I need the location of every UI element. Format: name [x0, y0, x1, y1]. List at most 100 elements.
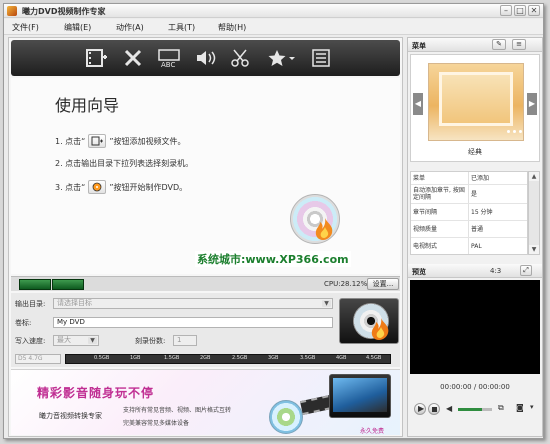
menu-panel-title: 菜单	[412, 42, 426, 50]
property-key: 菜单	[413, 175, 426, 182]
snapshot-icon[interactable]: ⧉	[498, 403, 504, 413]
disc-size-select[interactable]: D5 4.7G	[15, 354, 61, 364]
write-speed-value: 最大	[57, 336, 71, 344]
menu-template-thumbnail[interactable]	[428, 63, 528, 141]
burn-flame-icon	[371, 318, 389, 340]
add-video-icon	[86, 49, 107, 67]
close-button[interactable]: ✕	[528, 5, 540, 16]
delete-button[interactable]	[121, 47, 145, 69]
burn-button[interactable]	[339, 298, 399, 344]
side-panel: 菜单 ✎ ≡ ◀ ▶ 经典 菜单 已添加 自动添加章节, 按固定间隔 是 章节间…	[407, 37, 543, 437]
aspect-ratio-select[interactable]: 4:3	[490, 267, 501, 275]
expand-icon: ⤢	[523, 266, 529, 274]
speaker-icon: ◀	[446, 404, 453, 413]
settings-button[interactable]: 设置...	[367, 278, 399, 290]
ruler-tick: 1GB	[130, 355, 141, 361]
chevron-down-icon[interactable]: ▾	[530, 403, 534, 411]
chevron-down-icon: ▼	[88, 337, 97, 344]
ruler-tick: 2.5GB	[232, 355, 248, 361]
guide-step-2: 2. 点击输出目录下拉列表选择刻录机。	[55, 159, 194, 168]
banner-line-1: 支持所有常见音频、视频、图片格式互转	[123, 407, 232, 414]
guide-step-3: 3. 点击“ ”按钮开始制作DVD。	[55, 180, 187, 194]
chevron-down-icon: ▼	[322, 300, 331, 307]
template-name: 经典	[468, 148, 482, 156]
preview-title: 预览	[412, 268, 426, 276]
property-row[interactable]: 电视制式 PAL	[411, 238, 527, 254]
menu-template-preview: ◀ ▶ 经典	[410, 54, 540, 162]
main-panel: ABC 使用向导 1. 点击“ ”按钮添加视频文件。 2. 点击输出目录下拉列表…	[8, 37, 403, 437]
copies-label: 刻录份数:	[135, 337, 166, 345]
copies-input[interactable]: 1	[173, 335, 197, 346]
property-value: 是	[471, 191, 478, 198]
ad-banner[interactable]: 精彩影音随身玩不停 曦力音视频转换专家 支持所有常见音频、视频、图片格式互转 完…	[11, 369, 400, 435]
ruler-tick: 3.5GB	[300, 355, 316, 361]
stop-button[interactable]	[428, 403, 440, 415]
menu-list-button[interactable]: ≡	[512, 39, 526, 50]
property-row[interactable]: 菜单 已添加	[411, 172, 527, 185]
stop-icon	[432, 407, 437, 412]
audio-button[interactable]	[193, 47, 217, 69]
menu-tools[interactable]: 工具(T)	[168, 22, 195, 33]
next-template-button[interactable]: ▶	[527, 93, 537, 115]
cpu-usage: CPU:28.12%	[324, 280, 368, 288]
guide-title: 使用向导	[55, 96, 120, 115]
volume-input[interactable]: My DVD	[53, 317, 333, 328]
effect-button[interactable]	[265, 47, 299, 69]
title-bar[interactable]: 曦力DVD视频制作专家 – □ ✕	[4, 4, 543, 18]
scroll-up-icon[interactable]: ▲	[529, 172, 539, 181]
list-button[interactable]	[309, 47, 333, 69]
guide-step-1: 1. 点击“ ”按钮添加视频文件。	[55, 134, 185, 148]
ruler-tick: 2GB	[200, 355, 211, 361]
detach-preview-button[interactable]: ⤢	[520, 265, 532, 276]
camera-icon[interactable]: ◙	[516, 403, 524, 412]
maximize-button[interactable]: □	[514, 5, 526, 16]
chevron-left-icon: ◀	[414, 99, 422, 108]
preview-screen	[410, 280, 540, 374]
properties-scrollbar[interactable]: ▲ ▼	[528, 171, 540, 255]
property-row[interactable]: 章节间隔 15 分钟	[411, 204, 527, 221]
menu-help[interactable]: 帮助(H)	[218, 22, 246, 33]
subtitle-button[interactable]: ABC	[157, 47, 181, 69]
burn-mini-icon	[88, 180, 107, 194]
property-row[interactable]: 视频质量 普通	[411, 221, 527, 238]
player-controls: ▶ ◀ ⧉ ◙ ▾	[408, 401, 542, 419]
edit-icon: ✎	[496, 40, 502, 48]
output-settings: 输出目录: 请选择目标 ▼ 卷标: My DVD 写入速度: 最大 ▼ 刻录份数…	[11, 293, 400, 367]
banner-line-2: 完美兼容常见多媒体设备	[123, 420, 190, 427]
property-key: 电视制式	[413, 243, 438, 250]
delete-icon	[124, 49, 142, 67]
property-value: PAL	[471, 243, 482, 250]
step-1-prefix: 1. 点击“	[55, 136, 86, 146]
watermark-text: 系统城市:www.XP366.com	[195, 251, 351, 267]
output-dir-label: 输出目录:	[15, 300, 46, 308]
play-button[interactable]: ▶	[414, 403, 426, 415]
ruler-tick: 0.5GB	[94, 355, 110, 361]
menu-bar: 文件(F) 编辑(E) 动作(A) 工具(T) 帮助(H)	[4, 19, 543, 35]
minimize-button[interactable]: –	[500, 5, 512, 16]
disc-capacity-bar: CPU:28.12% 设置...	[11, 276, 400, 291]
volume-slider[interactable]	[458, 408, 492, 411]
menu-edit[interactable]: 编辑(E)	[64, 22, 91, 33]
output-dir-select[interactable]: 请选择目标 ▼	[53, 298, 333, 309]
preview-time: 00:00:00 / 00:00:00	[440, 383, 510, 391]
prev-template-button[interactable]: ◀	[413, 93, 423, 115]
play-icon: ▶	[418, 404, 425, 413]
edit-menu-button[interactable]: ✎	[492, 39, 506, 50]
list-icon: ≡	[516, 40, 522, 48]
add-video-button[interactable]	[85, 47, 109, 69]
audio-icon	[197, 51, 216, 65]
app-window: 曦力DVD视频制作专家 – □ ✕ 文件(F) 编辑(E) 动作(A) 工具(T…	[3, 3, 544, 439]
write-speed-select[interactable]: 最大 ▼	[53, 335, 99, 346]
volume-label: 卷标:	[15, 319, 32, 327]
edit-button[interactable]	[229, 47, 253, 69]
output-dir-placeholder: 请选择目标	[57, 299, 92, 307]
property-value: 15 分钟	[471, 209, 493, 216]
property-key: 章节间隔	[413, 209, 438, 216]
property-value: 普通	[471, 226, 484, 233]
scroll-down-icon[interactable]: ▼	[529, 245, 539, 254]
ruler-tick: 4GB	[336, 355, 347, 361]
menu-action[interactable]: 动作(A)	[116, 22, 144, 33]
menu-file[interactable]: 文件(F)	[12, 22, 39, 33]
step-3-suffix: ”按钮开始制作DVD。	[109, 182, 188, 192]
property-row[interactable]: 自动添加章节, 按固定间隔 是	[411, 185, 527, 204]
